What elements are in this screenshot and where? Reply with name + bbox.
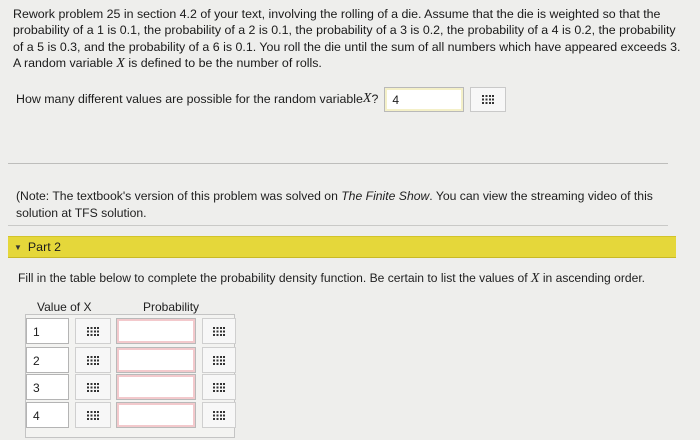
problem-statement: Rework problem 25 in section 4.2 of your…	[13, 6, 683, 72]
x-value-input[interactable]: 3	[26, 374, 69, 400]
triangle-down-icon: ▼	[14, 242, 22, 252]
keypad-button[interactable]	[75, 347, 111, 373]
table-row: 3	[26, 374, 236, 400]
problem-text-2: is defined to be the number of rolls.	[124, 55, 322, 70]
keypad-button[interactable]	[202, 318, 236, 344]
column-header-probability: Probability	[143, 300, 200, 314]
probability-input[interactable]	[116, 347, 196, 373]
question-row: How many different values are possible f…	[16, 86, 507, 112]
question-var-x: X	[362, 91, 372, 106]
keypad-button[interactable]	[202, 402, 236, 428]
note-show-title: The Finite Show	[341, 189, 430, 203]
answer-input[interactable]: 4	[384, 86, 465, 112]
x-value-input[interactable]: 1	[26, 318, 69, 344]
table-row: 4	[26, 402, 236, 428]
keypad-button[interactable]	[202, 374, 236, 400]
keypad-button[interactable]	[202, 347, 236, 373]
divider	[8, 225, 668, 226]
column-header-value: Value of X	[37, 300, 92, 314]
page: Rework problem 25 in section 4.2 of your…	[0, 0, 700, 440]
problem-text-1: Rework problem 25 in section 4.2 of your…	[13, 7, 681, 70]
probability-input[interactable]	[116, 318, 196, 344]
instruction-text-1: Fill in the table below to complete the …	[18, 271, 531, 285]
grid-icon	[213, 382, 225, 392]
grid-icon	[482, 94, 495, 104]
keypad-button[interactable]	[75, 374, 111, 400]
question-text: How many different values are possible f…	[16, 92, 363, 106]
grid-icon	[87, 355, 99, 365]
table-row: 1	[26, 318, 236, 344]
keypad-button[interactable]	[75, 402, 111, 428]
part-2-header[interactable]: ▼ Part 2	[8, 236, 676, 258]
grid-icon	[87, 382, 99, 392]
grid-icon	[213, 410, 225, 420]
probability-input[interactable]	[116, 402, 196, 428]
grid-icon	[213, 355, 225, 365]
instruction-text-2: in ascending order.	[539, 271, 646, 285]
grid-icon	[87, 326, 99, 336]
probability-input[interactable]	[116, 374, 196, 400]
part-2-label: Part 2	[27, 240, 61, 254]
x-value-input[interactable]: 2	[26, 347, 69, 373]
problem-var-x: X	[116, 55, 125, 71]
pdf-table: 1 2 3 4	[25, 314, 236, 438]
table-row: 2	[26, 347, 236, 373]
keypad-button[interactable]	[75, 318, 111, 344]
keypad-button[interactable]	[470, 86, 507, 112]
grid-icon	[213, 326, 225, 336]
grid-icon	[87, 410, 99, 420]
note: (Note: The textbook's version of this pr…	[16, 188, 676, 222]
note-prefix: (Note: The textbook's version of this pr…	[16, 189, 342, 203]
table-instruction: Fill in the table below to complete the …	[18, 271, 645, 287]
divider	[8, 163, 668, 164]
question-mark: ?	[371, 92, 379, 106]
x-value-input[interactable]: 4	[26, 402, 69, 428]
